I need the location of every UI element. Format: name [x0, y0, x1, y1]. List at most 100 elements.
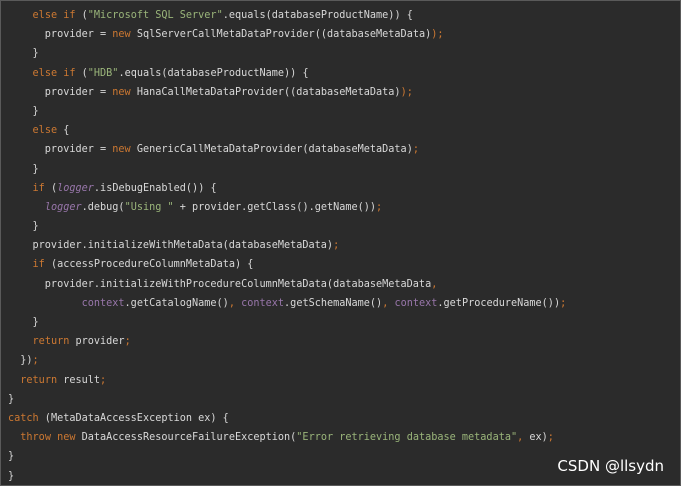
code-token: else if: [32, 67, 76, 79]
code-line: }: [8, 467, 566, 486]
code-token: new: [112, 86, 131, 98]
code-token: ;: [32, 355, 39, 367]
code-line: }: [8, 160, 566, 179]
code-token: {: [57, 125, 70, 137]
code-token: ,: [228, 297, 242, 309]
code-token: ;: [560, 297, 567, 309]
code-token: ;: [376, 201, 383, 213]
code-token: provider =: [8, 29, 113, 41]
code-line: }: [8, 390, 566, 409]
code-token: SqlServerCallMetaDataProvider((databaseM…: [130, 29, 432, 41]
code-token: }): [8, 355, 33, 367]
code-line: }: [8, 102, 566, 121]
code-line: }: [8, 447, 566, 466]
code-block: else if ("Microsoft SQL Server".equals(d…: [8, 6, 567, 486]
code-line: provider = new SqlServerCallMetaDataProv…: [8, 25, 566, 44]
code-token: return: [32, 336, 70, 348]
code-line: }: [8, 313, 566, 332]
code-token: else if: [32, 10, 76, 21]
code-token: if: [32, 182, 45, 194]
code-token: (: [75, 10, 88, 21]
code-token: provider =: [8, 86, 113, 98]
code-token: .isDebugEnabled()) {: [93, 182, 217, 194]
code-token: logger: [44, 201, 82, 213]
code-token: .getProcedureName()): [437, 297, 561, 309]
code-token: ,: [431, 278, 438, 290]
code-token: (: [75, 67, 88, 79]
code-token: new: [112, 29, 131, 41]
code-line: return provider;: [8, 332, 566, 351]
code-token: .equals(databaseProductName)) {: [118, 67, 309, 79]
code-token: }: [8, 221, 39, 233]
code-token: else: [32, 125, 58, 137]
code-token: }: [8, 470, 15, 482]
code-token: ;: [333, 240, 340, 252]
code-token: "Microsoft SQL Server": [87, 10, 223, 21]
code-line: if (logger.isDebugEnabled()) {: [8, 179, 566, 198]
code-token: "Error retrieving database metadata": [296, 432, 518, 444]
code-token: .equals(databaseProductName)) {: [222, 10, 413, 21]
code-line: logger.debug("Using " + provider.getClas…: [8, 198, 566, 217]
code-token: DataAccessResourceFailureException(: [75, 432, 297, 444]
code-line: provider = new HanaCallMetaDataProvider(…: [8, 83, 566, 102]
code-token: ;: [412, 144, 419, 156]
code-token: .getSchemaName(): [284, 297, 383, 309]
code-token: .getCatalogName(): [124, 297, 229, 309]
code-line: return result;: [8, 371, 566, 390]
code-token: throw new: [20, 432, 76, 444]
code-token: if: [32, 259, 45, 271]
code-line: if (accessProcedureColumnMetaData) {: [8, 255, 566, 274]
code-token: provider: [69, 336, 125, 348]
code-token: );: [431, 29, 444, 41]
code-line: provider.initializeWithProcedureColumnMe…: [8, 275, 566, 294]
code-token: (MetaDataAccessException ex) {: [38, 412, 229, 424]
code-token: provider =: [8, 144, 113, 156]
code-line: throw new DataAccessResourceFailureExcep…: [8, 428, 566, 447]
code-token: }: [8, 393, 15, 405]
code-token: provider.initializeWithMetaData(database…: [8, 240, 334, 252]
code-line: else {: [8, 121, 566, 140]
code-token: + provider.getClass().getName()): [173, 201, 377, 213]
code-token: }: [8, 317, 39, 328]
code-token: logger: [57, 182, 94, 194]
code-token: HanaCallMetaDataProvider((databaseMetaDa…: [130, 86, 401, 98]
code-token: "HDB": [87, 67, 119, 79]
code-line: }: [8, 217, 566, 236]
code-token: }: [8, 48, 39, 60]
code-line: provider = new GenericCallMetaDataProvid…: [8, 140, 566, 159]
code-token: ;: [547, 432, 554, 444]
code-token: context: [81, 297, 125, 309]
code-token: new: [112, 144, 131, 156]
code-token: context: [394, 297, 438, 309]
code-token: ex): [529, 432, 548, 444]
code-token: .debug(: [81, 201, 125, 213]
code-line: }: [8, 44, 566, 63]
code-token: context: [241, 297, 285, 309]
code-line: else if ("HDB".equals(databaseProductNam…: [8, 64, 566, 83]
code-line: else if ("Microsoft SQL Server".equals(d…: [8, 6, 566, 25]
code-token: (accessProcedureColumnMetaData) {: [44, 259, 254, 271]
code-token: );: [400, 86, 413, 98]
code-line: context.getCatalogName(), context.getSch…: [8, 294, 567, 313]
code-token: provider.initializeWithProcedureColumnMe…: [8, 278, 432, 290]
code-token: return: [20, 374, 58, 386]
code-token: ;: [124, 336, 131, 348]
code-token: }: [8, 105, 39, 117]
code-token: ,: [382, 297, 395, 309]
watermark: CSDN @llsydn: [557, 457, 664, 475]
code-token: catch: [8, 412, 39, 424]
code-screenshot: else if ("Microsoft SQL Server".equals(d…: [0, 0, 681, 486]
code-line: catch (MetaDataAccessException ex) {: [8, 409, 566, 428]
code-token: (: [44, 182, 58, 194]
code-line: provider.initializeWithMetaData(database…: [8, 236, 566, 255]
